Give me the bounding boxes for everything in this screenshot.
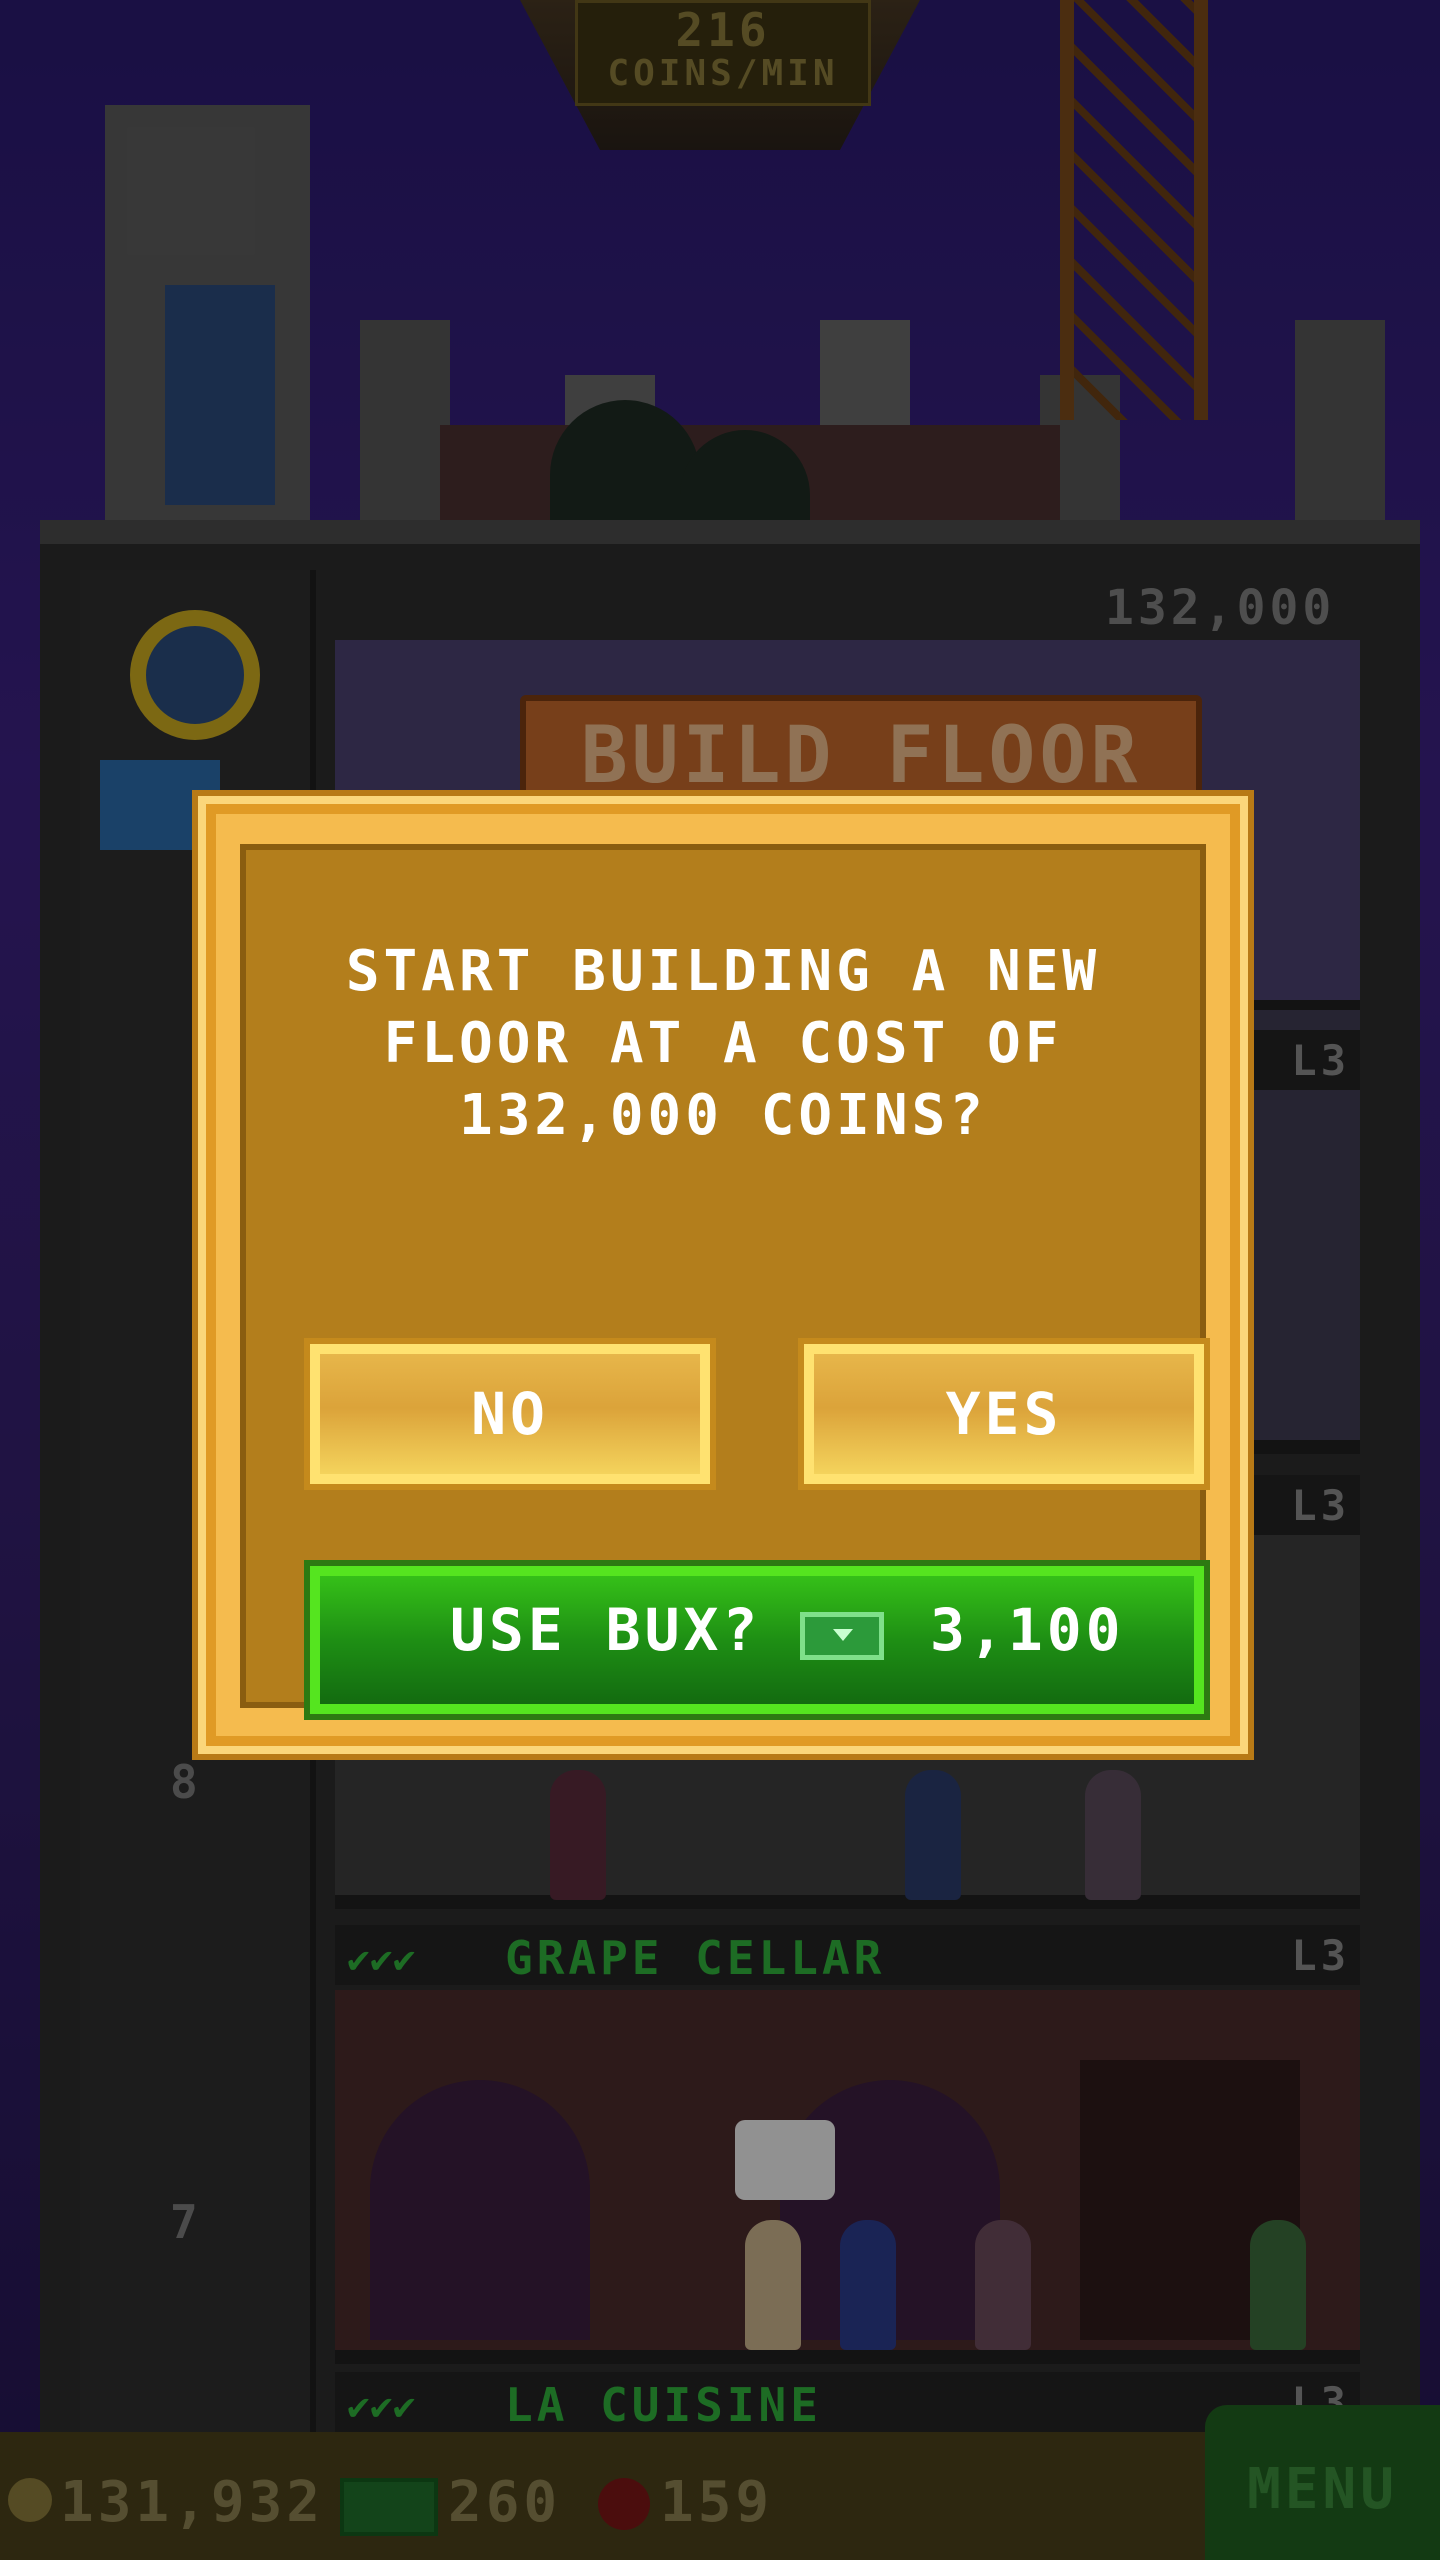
use-bux-button[interactable]: USE BUX? 3,100: [304, 1560, 1210, 1720]
yes-button[interactable]: YES: [798, 1338, 1210, 1490]
bux-icon: [800, 1612, 884, 1660]
use-bux-label: USE BUX?: [450, 1596, 762, 1664]
build-floor-dialog: START BUILDING A NEW FLOOR AT A COST OF …: [192, 790, 1254, 1760]
use-bux-cost: 3,100: [930, 1596, 1125, 1664]
game-screen: 216 COINS/MIN 8 7 132,000 BUILD FLOOR L3…: [0, 0, 1440, 2560]
dialog-panel: START BUILDING A NEW FLOOR AT A COST OF …: [240, 844, 1210, 1720]
no-button[interactable]: NO: [304, 1338, 716, 1490]
dialog-message: START BUILDING A NEW FLOOR AT A COST OF …: [345, 939, 1101, 1148]
